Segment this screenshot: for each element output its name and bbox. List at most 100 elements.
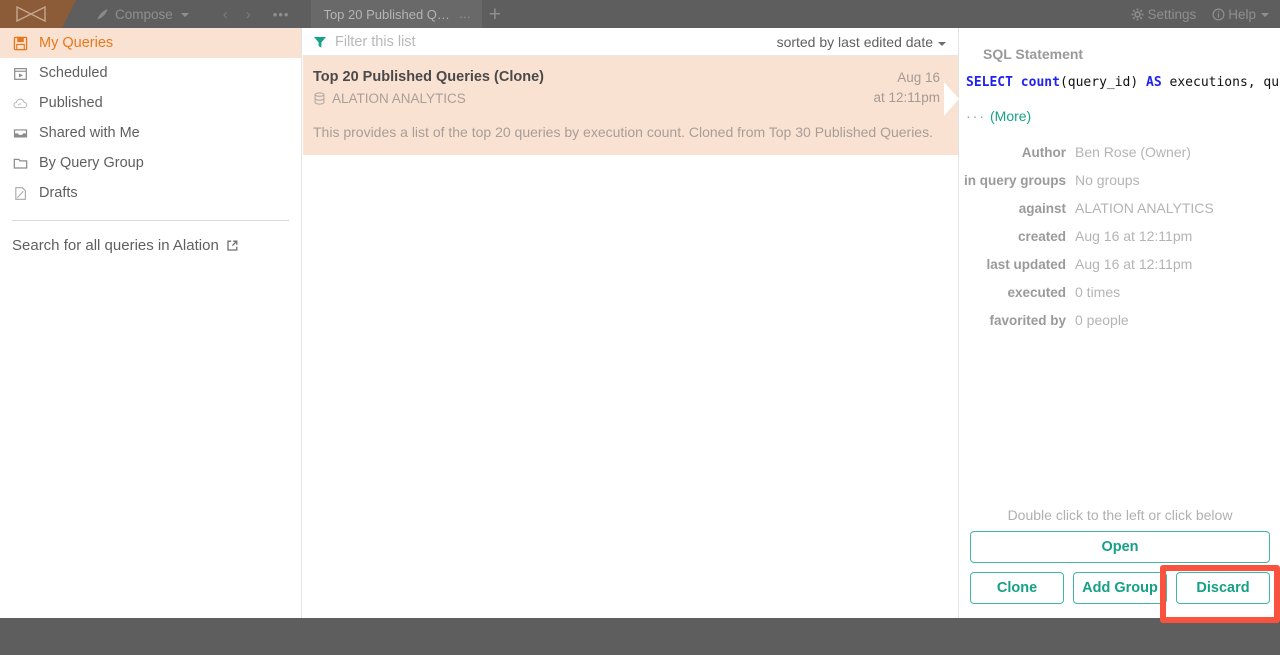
metadata-row: executed 0 times xyxy=(960,278,1280,306)
more-link[interactable]: (More) xyxy=(990,108,1031,124)
sql-more-row: ··· (More) xyxy=(960,92,1280,124)
help-label: Help xyxy=(1228,6,1256,22)
gear-icon xyxy=(1131,8,1144,21)
query-title: Top 20 Published Queries (Clone) xyxy=(313,69,544,85)
search-all-queries-label: Search for all queries in Alation xyxy=(12,237,219,254)
settings-button[interactable]: Settings xyxy=(1131,7,1196,22)
funnel-icon xyxy=(313,35,327,49)
cloud-icon xyxy=(12,95,28,111)
metadata-key: against xyxy=(1018,201,1066,216)
discard-button[interactable]: Discard xyxy=(1176,572,1270,604)
history-nav: ‹ › xyxy=(223,6,251,23)
metadata-list: Author Ben Rose (Owner) in query groups … xyxy=(960,138,1280,334)
app-window: Compose ‹ › ••• Top 20 Published Q… … + xyxy=(0,0,1280,655)
detail-panel: SQL Statement SELECT count(query_id) AS … xyxy=(944,28,1280,618)
back-button[interactable]: ‹ xyxy=(223,6,228,23)
sql-statement-preview: SELECT count(query_id) AS executions, qu… xyxy=(960,62,1280,92)
sql-token: AS xyxy=(1146,75,1162,90)
inbox-icon xyxy=(12,125,28,141)
clone-button[interactable]: Clone xyxy=(970,572,1064,604)
query-list-item-main: Top 20 Published Queries (Clone) ALATION… xyxy=(313,68,544,106)
alation-logo[interactable] xyxy=(0,0,76,28)
external-link-icon xyxy=(226,239,239,252)
metadata-key: favorited by xyxy=(989,313,1066,328)
detail-actions: Double click to the left or click below … xyxy=(960,507,1280,618)
tab-overflow-icon[interactable]: … xyxy=(459,7,472,21)
sidebar-item-shared-with-me[interactable]: Shared with Me xyxy=(0,118,301,148)
chevron-down-icon xyxy=(1261,13,1269,17)
query-description: This provides a list of the top 20 queri… xyxy=(313,124,933,140)
metadata-value: ALATION ANALYTICS xyxy=(1075,200,1214,216)
sidebar-item-label: By Query Group xyxy=(39,155,144,171)
tab-label: Top 20 Published Q… xyxy=(323,6,450,22)
floppy-disk-icon xyxy=(12,35,28,51)
sidebar-item-by-query-group[interactable]: By Query Group xyxy=(0,148,301,178)
sidebar-item-label: My Queries xyxy=(39,35,114,51)
filter-input[interactable] xyxy=(335,33,777,50)
compose-button[interactable]: Compose xyxy=(90,0,195,28)
sql-token: SELECT xyxy=(966,75,1013,90)
metadata-row: favorited by 0 people xyxy=(960,306,1280,334)
metadata-value: No groups xyxy=(1075,172,1140,188)
detail-action-row: Clone Add Group Discard xyxy=(970,572,1270,604)
metadata-row: created Aug 16 at 12:11pm xyxy=(960,222,1280,250)
metadata-value: Aug 16 at 12:11pm xyxy=(1075,256,1193,272)
query-list-item-header: Top 20 Published Queries (Clone) ALATION… xyxy=(313,68,944,108)
query-date: Aug 16 xyxy=(897,70,940,85)
chevron-down-icon xyxy=(938,41,946,46)
compose-label: Compose xyxy=(115,6,173,22)
ellipsis-icon: ··· xyxy=(966,108,986,124)
tab-top-20-published-queries[interactable]: Top 20 Published Q… … xyxy=(311,0,482,28)
sidebar-item-label: Shared with Me xyxy=(39,125,140,141)
info-circle-icon xyxy=(1212,7,1225,21)
metadata-row: against ALATION ANALYTICS xyxy=(960,194,1280,222)
settings-label: Settings xyxy=(1147,6,1197,22)
chevron-down-icon xyxy=(180,13,189,17)
metadata-row: last updated Aug 16 at 12:11pm xyxy=(960,250,1280,278)
metadata-key: last updated xyxy=(986,257,1066,272)
double-click-hint: Double click to the left or click below xyxy=(1007,507,1233,523)
draft-page-icon xyxy=(12,185,28,201)
open-button[interactable]: Open xyxy=(970,531,1270,563)
sidebar-item-scheduled[interactable]: Scheduled xyxy=(0,58,301,88)
folder-icon xyxy=(12,155,28,171)
query-list-column: sorted by last edited date Top 20 Publis… xyxy=(303,28,959,618)
selection-pointer xyxy=(944,82,959,116)
metadata-value: 0 people xyxy=(1075,312,1129,328)
sql-token: count xyxy=(1020,75,1060,90)
database-icon xyxy=(313,92,326,105)
sort-label: sorted by last edited date xyxy=(776,33,933,50)
sidebar-item-drafts[interactable]: Drafts xyxy=(0,178,301,208)
metadata-key: created xyxy=(1017,229,1066,244)
new-tab-button[interactable]: + xyxy=(482,0,508,28)
forward-button[interactable]: › xyxy=(246,6,251,23)
top-bar: Compose ‹ › ••• Top 20 Published Q… … + xyxy=(0,0,1280,28)
sidebar: My Queries Scheduled Published Shared wi… xyxy=(0,28,302,618)
overflow-menu-button[interactable]: ••• xyxy=(273,7,290,22)
quill-pen-icon xyxy=(96,8,109,21)
top-bar-right: Settings Help xyxy=(1131,7,1280,22)
metadata-value: Aug 16 at 12:11pm xyxy=(1075,228,1193,244)
sort-dropdown[interactable]: sorted by last edited date xyxy=(777,34,946,50)
query-list-item[interactable]: Top 20 Published Queries (Clone) ALATION… xyxy=(303,56,958,155)
sql-token: (query_id) xyxy=(1059,75,1147,90)
search-all-queries-link[interactable]: Search for all queries in Alation xyxy=(0,221,301,254)
metadata-key: executed xyxy=(1007,285,1066,300)
add-group-button[interactable]: Add Group xyxy=(1073,572,1167,604)
bowtie-logo-icon xyxy=(16,6,46,22)
sidebar-item-published[interactable]: Published xyxy=(0,88,301,118)
help-button[interactable]: Help xyxy=(1212,7,1269,22)
metadata-key: Author xyxy=(1021,145,1066,160)
sidebar-item-label: Drafts xyxy=(39,185,78,201)
sidebar-item-my-queries[interactable]: My Queries xyxy=(0,28,301,58)
filter-bar: sorted by last edited date xyxy=(303,28,958,56)
calendar-play-icon xyxy=(12,65,28,81)
metadata-value: 0 times xyxy=(1075,284,1121,300)
metadata-row: in query groups No groups xyxy=(960,166,1280,194)
query-dates: Aug 16 at 12:11pm xyxy=(873,68,944,108)
sql-statement-header: SQL Statement xyxy=(983,46,1084,62)
bottom-status-bar xyxy=(0,618,1280,655)
query-source-label: ALATION ANALYTICS xyxy=(332,91,466,106)
sidebar-item-label: Scheduled xyxy=(39,65,108,81)
